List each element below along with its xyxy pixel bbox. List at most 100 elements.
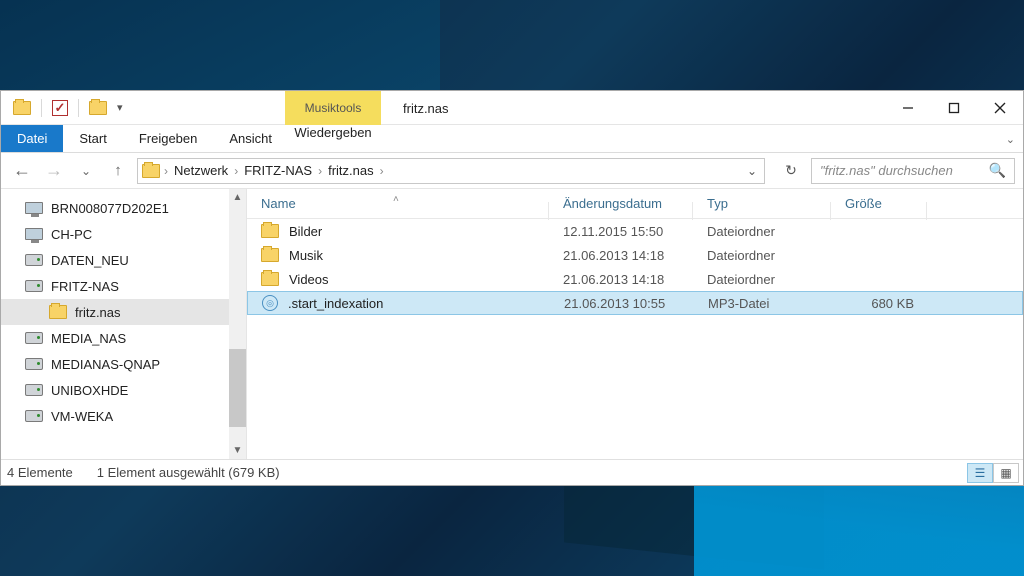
cell-size: 680 KB [832,296,928,311]
titlebar[interactable]: ✓ ▾ Musiktools fritz.nas [1,91,1023,125]
cell-type: Dateiordner [693,224,831,239]
file-name: Bilder [289,224,322,239]
up-button[interactable]: ↑ [105,162,131,179]
folder-icon [49,305,67,319]
nav-tree[interactable]: BRN008077D202E1 CH-PC DATEN_NEU FRITZ-NAS fr… [1,189,247,459]
file-rows: Bilder12.11.2015 15:50DateiordnerMusik21… [247,219,1023,315]
status-bar: 4 Elemente 1 Element ausgewählt (679 KB)… [1,459,1023,485]
ribbon: Datei Start Freigeben Ansicht Wiedergebe… [1,125,1023,153]
file-row[interactable]: Musik21.06.2013 14:18Dateiordner [247,243,1023,267]
tree-item[interactable]: MEDIA_NAS [1,325,246,351]
ribbon-tab-file[interactable]: Datei [1,125,63,152]
breadcrumb-sep-icon[interactable]: › [234,164,238,178]
qat-customize-icon[interactable]: ▾ [117,101,123,114]
back-button[interactable]: ← [9,160,35,181]
tree-item-label: MEDIA_NAS [51,331,126,346]
qat-new-folder-icon[interactable] [89,101,107,115]
tree-item-label: UNIBOXHDE [51,383,128,398]
breadcrumb-segment[interactable]: FRITZ-NAS [242,163,314,178]
file-listing: Name ˄ Änderungsdatum Typ Größe Bilder12… [247,189,1023,459]
col-type[interactable]: Typ [693,196,831,211]
computer-icon [25,228,43,240]
tree-item[interactable]: FRITZ-NAS [1,273,246,299]
contextual-tab-header: Musiktools [285,91,381,125]
drive-icon [25,384,43,396]
tree-item-label: FRITZ-NAS [51,279,119,294]
folder-icon [261,272,279,286]
drive-icon [25,254,43,266]
col-size[interactable]: Größe [831,196,927,211]
explorer-window: ✓ ▾ Musiktools fritz.nas Datei Start Fre… [0,90,1024,486]
computer-icon [25,202,43,214]
status-selection: 1 Element ausgewählt (679 KB) [97,465,280,480]
cell-type: Dateiordner [693,248,831,263]
ribbon-tab-share[interactable]: Freigeben [123,125,214,152]
refresh-button[interactable]: ↻ [777,162,805,179]
maximize-button[interactable] [931,91,977,125]
sort-asc-icon: ˄ [393,194,399,205]
file-row[interactable]: Videos 21.06.2013 14:18Dateiordner [247,267,1023,291]
drive-icon [25,358,43,370]
scroll-up-button[interactable]: ▲ [229,189,246,206]
recent-locations-button[interactable]: ⌄ [73,164,99,178]
tree-item[interactable]: CH-PC [1,221,246,247]
file-row[interactable]: Bilder12.11.2015 15:50Dateiordner [247,219,1023,243]
ribbon-tab-view[interactable]: Ansicht [213,125,288,152]
ribbon-tab-playback[interactable]: Wiedergeben [285,125,381,140]
cell-name: Videos [247,272,549,287]
breadcrumb-sep-icon[interactable]: › [318,164,322,178]
folder-icon [261,224,279,238]
tree-item-label: VM-WEKA [51,409,113,424]
col-name[interactable]: Name ˄ [247,196,549,211]
view-toggle: ☰ ▦ [967,463,1019,483]
cell-date: 21.06.2013 14:18 [549,248,693,263]
tree-item-label: fritz.nas [75,305,121,320]
drive-icon [25,280,43,292]
cell-name: Bilder [247,224,549,239]
file-name: .start_indexation [288,296,383,311]
scrollbar-thumb[interactable] [229,349,246,427]
column-headers: Name ˄ Änderungsdatum Typ Größe [247,189,1023,219]
cell-date: 21.06.2013 10:55 [550,296,694,311]
file-name: Videos [289,272,329,287]
tree-item-label: DATEN_NEU [51,253,129,268]
cell-date: 21.06.2013 14:18 [549,272,693,287]
drive-icon [25,410,43,422]
scrollbar-track[interactable]: ▲▼ [229,189,246,459]
ribbon-expand-icon[interactable]: ⌄ [1006,125,1015,153]
address-dropdown-button[interactable]: ⌄ [740,164,764,178]
quick-access-toolbar: ✓ ▾ [1,99,123,117]
cell-type: Dateiordner [693,272,831,287]
tree-item[interactable]: fritz.nas [1,299,246,325]
breadcrumb-segment[interactable]: fritz.nas [326,163,376,178]
tree-item-label: CH-PC [51,227,92,242]
qat-properties-icon[interactable]: ✓ [52,100,68,116]
col-name-label: Name [261,196,296,211]
view-details-button[interactable]: ☰ [967,463,993,483]
nav-row: ← → ⌄ ↑ › Netzwerk › FRITZ-NAS › fritz.n… [1,153,1023,189]
file-row[interactable]: ◎.start_indexation21.06.2013 10:55MP3-Da… [247,291,1023,315]
address-folder-icon [142,164,160,178]
breadcrumb-sep-icon[interactable]: › [164,164,168,178]
close-button[interactable] [977,91,1023,125]
address-bar[interactable]: › Netzwerk › FRITZ-NAS › fritz.nas › ⌄ [137,158,765,184]
search-box[interactable]: "fritz.nas" durchsuchen 🔍 [811,158,1015,184]
status-item-count: 4 Elemente [7,465,73,480]
minimize-button[interactable] [885,91,931,125]
qat-folder-icon[interactable] [13,101,31,115]
tree-item[interactable]: BRN008077D202E1 [1,195,246,221]
scroll-down-button[interactable]: ▼ [229,442,246,459]
col-date[interactable]: Änderungsdatum [549,196,693,211]
breadcrumb-sep-icon[interactable]: › [380,164,384,178]
cell-type: MP3-Datei [694,296,832,311]
forward-button[interactable]: → [41,160,67,181]
tree-item[interactable]: DATEN_NEU [1,247,246,273]
breadcrumb-root[interactable]: Netzwerk [172,163,230,178]
ribbon-tab-start[interactable]: Start [63,125,122,152]
qat-separator [78,99,79,117]
view-large-icons-button[interactable]: ▦ [993,463,1019,483]
tree-item-label: BRN008077D202E1 [51,201,169,216]
tree-item[interactable]: UNIBOXHDE [1,377,246,403]
tree-item[interactable]: MEDIANAS-QNAP [1,351,246,377]
tree-item[interactable]: VM-WEKA [1,403,246,429]
